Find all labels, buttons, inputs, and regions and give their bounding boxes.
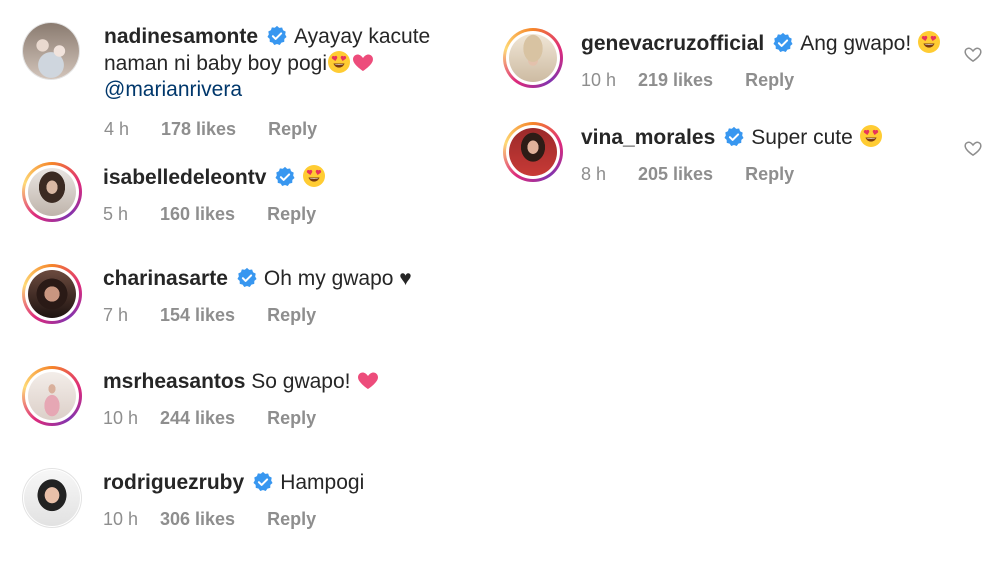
comment-username[interactable]: msrheasantos: [103, 370, 245, 393]
verified-badge-icon: [252, 471, 274, 493]
comment-username[interactable]: isabelledeleontv: [103, 166, 266, 189]
heart-outline-icon[interactable]: [963, 138, 983, 158]
avatar[interactable]: [22, 468, 82, 528]
heart-eyes-emoji-icon: [917, 30, 941, 54]
verified-badge-icon: [274, 166, 296, 188]
reply-button[interactable]: Reply: [745, 70, 794, 91]
avatar[interactable]: [22, 162, 82, 222]
comment-item: rodriguezruby Hampogi 10 h 306 likes Repl…: [22, 468, 492, 570]
avatar[interactable]: [22, 366, 82, 426]
comment-item: isabelledeleontv 5 h 160 likes Reply: [22, 162, 492, 264]
comment-time: 10 h: [103, 408, 139, 428]
heart-eyes-emoji-icon: [302, 164, 326, 188]
comment-item: msrheasantos So gwapo! 10 h 244 likes Re…: [22, 366, 492, 468]
verified-badge-icon: [266, 25, 288, 47]
pink-heart-icon: [351, 50, 375, 74]
reply-button[interactable]: Reply: [267, 204, 316, 225]
pink-heart-icon: [356, 368, 380, 392]
reply-button[interactable]: Reply: [267, 509, 316, 530]
comment-username[interactable]: vina_morales: [581, 126, 715, 149]
comment-item: nadinesamonte Ayayay kacute naman ni baby…: [22, 22, 492, 162]
comment-username[interactable]: nadinesamonte: [104, 25, 258, 48]
comment-text: Super cute: [751, 126, 853, 149]
comment-text: Ang gwapo!: [800, 32, 912, 55]
comment-likes[interactable]: 244 likes: [160, 408, 235, 429]
comments-column-right: genevacruzofficial Ang gwapo! 10 h 219 li…: [503, 28, 983, 216]
mention-link[interactable]: @marianrivera: [104, 78, 242, 101]
comment-time: 10 h: [103, 509, 139, 529]
avatar[interactable]: [503, 122, 563, 182]
avatar[interactable]: [503, 28, 563, 88]
comment-time: 10 h: [581, 70, 617, 90]
comment-likes[interactable]: 306 likes: [160, 509, 235, 530]
comment-time: 5 h: [103, 204, 129, 224]
comment-text: So gwapo!: [251, 370, 351, 393]
heart-outline-icon[interactable]: [963, 44, 983, 64]
comment-text: Oh my gwapo ♥: [263, 267, 412, 290]
comment-time: 8 h: [581, 164, 607, 184]
comment-item: charinasarte Oh my gwapo ♥ 7 h 154 likes …: [22, 264, 492, 366]
reply-button[interactable]: Reply: [267, 305, 316, 326]
avatar[interactable]: [22, 264, 82, 324]
avatar[interactable]: [22, 22, 80, 80]
comment-username[interactable]: genevacruzofficial: [581, 32, 764, 55]
comment-likes[interactable]: 219 likes: [638, 70, 713, 91]
comment-likes[interactable]: 205 likes: [638, 164, 713, 185]
comment-time: 4 h: [104, 119, 130, 139]
comment-time: 7 h: [103, 305, 129, 325]
reply-button[interactable]: Reply: [268, 119, 317, 140]
comment-item: vina_morales Super cute 8 h 205 likes Rep…: [503, 122, 983, 216]
comment-likes[interactable]: 160 likes: [160, 204, 235, 225]
reply-button[interactable]: Reply: [267, 408, 316, 429]
comments-column-left: nadinesamonte Ayayay kacute naman ni baby…: [22, 22, 492, 570]
comment-likes[interactable]: 178 likes: [161, 119, 236, 140]
verified-badge-icon: [236, 267, 258, 289]
verified-badge-icon: [772, 32, 794, 54]
verified-badge-icon: [723, 126, 745, 148]
comment-text: Hampogi: [280, 471, 365, 494]
comment-item: genevacruzofficial Ang gwapo! 10 h 219 li…: [503, 28, 983, 122]
reply-button[interactable]: Reply: [745, 164, 794, 185]
comment-username[interactable]: charinasarte: [103, 267, 228, 290]
heart-eyes-emoji-icon: [859, 124, 883, 148]
comment-username[interactable]: rodriguezruby: [103, 471, 244, 494]
heart-eyes-emoji-icon: [327, 50, 351, 74]
comment-likes[interactable]: 154 likes: [160, 305, 235, 326]
